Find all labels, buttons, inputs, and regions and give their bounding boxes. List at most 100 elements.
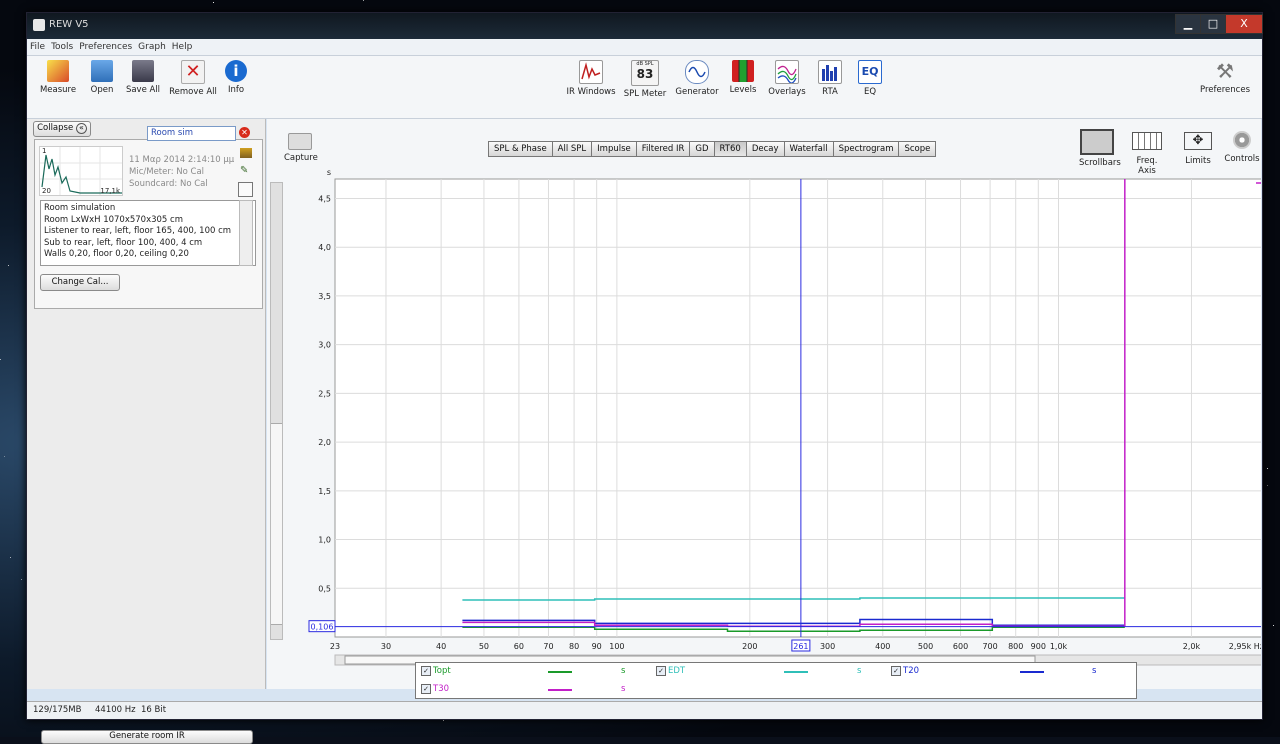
t30-checkbox[interactable]: ✓ — [421, 684, 431, 694]
edt-checkbox[interactable]: ✓ — [656, 666, 666, 676]
note-line: Listener to rear, left, floor 165, 400, … — [44, 226, 232, 236]
legend-t20-swatch — [1020, 671, 1044, 673]
maximize-button[interactable]: □ — [1200, 14, 1226, 34]
tab-gd[interactable]: GD — [689, 141, 715, 157]
eq-button[interactable]: EQ EQ — [855, 60, 885, 97]
tab-spectrogram[interactable]: Spectrogram — [832, 141, 900, 157]
open-button[interactable]: Open — [82, 60, 122, 95]
tab-scope[interactable]: Scope — [898, 141, 937, 157]
preferences-button[interactable]: ⚒ Preferences — [1197, 60, 1253, 95]
menu-tools[interactable]: Tools — [48, 39, 76, 55]
star — [1267, 468, 1268, 469]
measure-button[interactable]: Measure — [37, 60, 79, 95]
x-tick-label: 400 — [875, 642, 890, 651]
star — [21, 579, 22, 580]
x-tick-label: 500 — [918, 642, 933, 651]
info-label: Info — [227, 85, 245, 95]
window-title: REW V5 — [49, 19, 89, 30]
y-tick-label: 0,5 — [318, 584, 331, 593]
generator-icon — [685, 60, 709, 84]
x-tick-label: 80 — [569, 642, 579, 651]
y-tick-label: 3,0 — [318, 341, 331, 350]
controls-button[interactable]: Controls — [1223, 129, 1261, 164]
rt60-chart[interactable]: 0,5 1,0 1,5 2,0 2,5 3,0 3,5 4,0 4,5 s 23 30 40 50 60 70… — [271, 161, 1261, 671]
minimize-button[interactable]: ▁ — [1175, 14, 1201, 34]
mic-icon[interactable]: ✎ — [240, 166, 252, 176]
camera-icon[interactable] — [288, 133, 312, 150]
color-icon[interactable] — [240, 148, 252, 158]
menu-file[interactable]: File — [27, 39, 48, 55]
collapse-button[interactable]: Collapse « — [33, 121, 91, 137]
x-tick-label: 200 — [742, 642, 757, 651]
change-cal-button[interactable]: Change Cal... — [40, 274, 120, 291]
y-tick-label: 2,5 — [318, 389, 331, 398]
notes-icon[interactable] — [238, 182, 253, 197]
rta-label: RTA — [822, 87, 838, 97]
overlays-button[interactable]: Overlays — [767, 60, 807, 97]
x-tick-label: 23 — [330, 642, 340, 651]
menu-bar: File Tools Preferences Graph Help — [27, 39, 1262, 56]
y-tick-label: 2,0 — [318, 438, 331, 447]
star — [1273, 625, 1274, 626]
topt-checkbox[interactable]: ✓ — [421, 666, 431, 676]
tab-impulse[interactable]: Impulse — [591, 141, 637, 157]
limits-icon: ✥ — [1184, 132, 1212, 150]
rta-icon — [818, 60, 842, 84]
spl-meter-button[interactable]: dB SPL 83 SPL Meter — [621, 60, 669, 99]
tab-rt60[interactable]: RT60 — [713, 141, 747, 157]
levels-button[interactable]: Levels — [725, 60, 761, 95]
x-tick-label: 1,0k — [1050, 642, 1068, 651]
x-tick-label: 600 — [953, 642, 968, 651]
tab-waterfall[interactable]: Waterfall — [783, 141, 834, 157]
legend-t20-name: T20 — [903, 666, 920, 676]
ir-windows-icon — [579, 60, 603, 84]
x-unit-label: 2,95k Hz — [1229, 642, 1261, 651]
x-tick-label: 300 — [820, 642, 835, 651]
save-all-button[interactable]: Save All — [123, 60, 163, 95]
measurement-meta: 11 Μαρ 2014 2:14:10 μμ Mic/Meter: No Cal… — [129, 154, 234, 190]
spl-meter-icon: dB SPL 83 — [631, 60, 659, 86]
generator-button[interactable]: Generator — [674, 60, 720, 97]
close-button[interactable]: X — [1225, 14, 1263, 34]
tab-all-spl[interactable]: All SPL — [551, 141, 593, 157]
note-line: Walls 0,20, floor 0,20, ceiling 0,20 — [44, 249, 189, 259]
legend-edt-swatch — [784, 671, 808, 673]
app-window: REW V5 ▁ □ X File Tools Preferences Graph He… — [26, 12, 1263, 744]
menu-help[interactable]: Help — [169, 39, 196, 55]
legend-t30-swatch — [548, 689, 572, 691]
measurement-name-field[interactable]: Room sim — [147, 126, 236, 141]
sample-rate-status: 44100 Hz — [95, 705, 136, 715]
ir-windows-button[interactable]: IR Windows — [564, 60, 618, 97]
overlays-label: Overlays — [768, 87, 806, 97]
x-tick-label: 800 — [1008, 642, 1023, 651]
preferences-label: Preferences — [1200, 85, 1250, 95]
rta-button[interactable]: RTA — [815, 60, 845, 97]
info-icon: i — [225, 60, 247, 82]
menu-graph[interactable]: Graph — [135, 39, 169, 55]
y-tick-label: 4,5 — [318, 194, 331, 203]
scrollbars-icon — [1080, 129, 1114, 155]
remove-measurement-icon[interactable]: ✕ — [239, 127, 250, 138]
remove-all-button[interactable]: ✕ Remove All — [169, 60, 217, 97]
info-button[interactable]: i Info — [219, 60, 253, 95]
legend-topt-name: Topt — [433, 666, 451, 676]
notes-scrollbar[interactable] — [239, 200, 253, 266]
measurement-panel: Collapse « Room sim ✕ 1 20 17,1k 11 Μαρ … — [27, 119, 266, 744]
generate-room-ir-button[interactable]: Generate room IR — [41, 730, 253, 744]
measure-label: Measure — [39, 85, 77, 95]
measurement-card[interactable]: Room sim ✕ 1 20 17,1k 11 Μαρ 2014 2:14:1… — [34, 126, 263, 309]
mic-cal: Mic/Meter: No Cal — [129, 167, 205, 177]
star — [213, 2, 214, 3]
menu-preferences[interactable]: Preferences — [76, 39, 135, 55]
tab-decay[interactable]: Decay — [745, 141, 785, 157]
tab-spl-phase[interactable]: SPL & Phase — [488, 141, 553, 157]
x-cursor-readout: 261 — [793, 642, 808, 651]
tab-filtered-ir[interactable]: Filtered IR — [635, 141, 691, 157]
measurement-notes[interactable]: Room simulation Room LxWxH 1070x570x305 … — [40, 200, 256, 266]
measurement-thumbnail: 1 20 17,1k — [39, 146, 123, 196]
y-tick-label: 4,0 — [318, 243, 331, 252]
legend-t30-unit: s — [621, 684, 626, 694]
x-tick-label: 50 — [479, 642, 489, 651]
title-bar: REW V5 ▁ □ X — [27, 13, 1263, 39]
t20-checkbox[interactable]: ✓ — [891, 666, 901, 676]
